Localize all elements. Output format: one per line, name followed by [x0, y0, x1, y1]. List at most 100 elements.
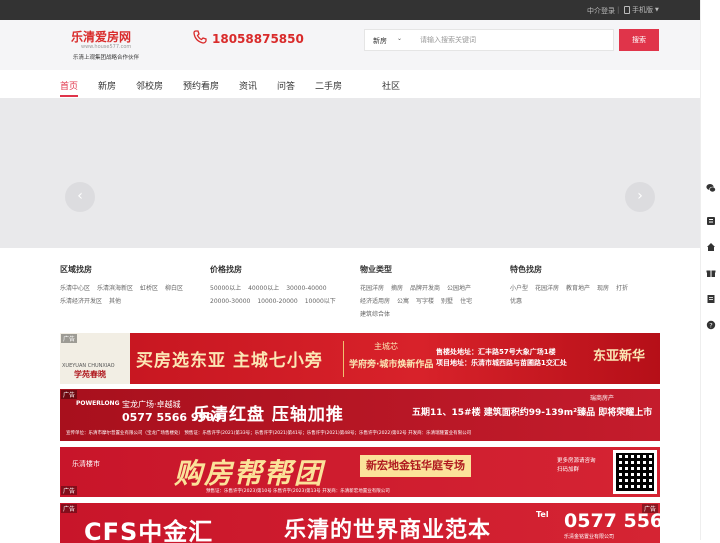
ad-banner-powerlong[interactable]: 广告 POWERLONG 宝龙广场·卓越城 0577 5566 9999 乐清红… — [60, 389, 660, 441]
filter-option[interactable]: 别墅 — [441, 298, 453, 305]
banner-next-button[interactable]: › — [625, 182, 655, 212]
filter-area-title: 区域找房 — [60, 265, 92, 274]
filter-option[interactable]: 优惠 — [510, 298, 522, 305]
filter-option[interactable]: 20000-30000 — [210, 298, 250, 305]
top-bar: 中介登录 | 手机版 ▼ — [0, 0, 720, 20]
site-logo[interactable]: 乐清爱房网 www.house577.com 乐清上观集团战略合作伙伴 — [71, 28, 153, 66]
filter-option[interactable]: 公园地产 — [447, 285, 471, 292]
document-icon[interactable] — [706, 294, 716, 304]
filter-option[interactable]: 乐清中心区 — [60, 285, 90, 292]
ad-mid-text: 学府旁·城市焕新作品 — [349, 360, 434, 370]
svg-text:?: ? — [709, 321, 712, 329]
filter-option[interactable]: 乐清滨海新区 — [97, 285, 133, 292]
filter-option[interactable]: 乐清经济开发区 — [60, 298, 102, 305]
filter-option[interactable]: 现房 — [597, 285, 609, 292]
ad-permits: 预售证：乐售许字(2023)第10号 乐售许字(2023)第13号 开发商：乐清… — [206, 489, 390, 494]
filter-option[interactable]: 花园洋房 — [535, 285, 559, 292]
telephone-icon — [193, 30, 207, 44]
filter-option[interactable]: 40000以上 — [248, 285, 279, 292]
nav-news[interactable]: 资讯 — [239, 79, 257, 92]
ad-mid-title: 主城芯 — [374, 342, 398, 351]
filter-option[interactable]: 品牌开发商 — [410, 285, 440, 292]
filter-features-title: 特色找房 — [510, 265, 542, 274]
search-box: 新房 ⌄ — [364, 29, 614, 51]
ad-label: 广告 — [61, 390, 78, 399]
ad-developer: 乐清金铭置业有限公司 — [564, 534, 615, 540]
filter-option[interactable]: 公寓 — [397, 298, 409, 305]
topbar-separator: | — [617, 6, 620, 14]
site-header: 乐清爱房网 www.house577.com 乐清上观集团战略合作伙伴 1805… — [0, 20, 720, 70]
ad-logo: POWERLONG — [76, 400, 120, 407]
qr-code — [613, 450, 657, 494]
ad-banner-dongya[interactable]: XUEYUAN CHUNXIAO 学苑春晓 广告 买房选东亚 主城七小旁 主城芯… — [60, 333, 660, 384]
main-nav: 首页 新房 邻校房 预约看房 资讯 问答 二手房 社区 — [0, 70, 700, 98]
filter-option[interactable]: 10000-20000 — [257, 298, 297, 305]
search-type-select[interactable]: 新房 — [373, 36, 387, 46]
filter-price-title: 价格找房 — [210, 265, 242, 274]
ad-permits: 宣传单位：乐清市摩尔普置业有限公司（宝龙广场售楼处） 预售证：乐售许字(2021… — [66, 431, 472, 436]
ad-banner-bangbangtuan[interactable]: 乐清楼市 广告 购房帮帮团 新宏地金钰华庭专场 更多房源请咨询 扫码加群 预售证… — [60, 447, 660, 497]
phone-icon[interactable] — [706, 216, 716, 226]
filter-option[interactable]: 50000以上 — [210, 285, 241, 292]
filter-option[interactable]: 其他 — [109, 298, 121, 305]
filter-option[interactable]: 教育地产 — [566, 285, 590, 292]
nav-resale[interactable]: 二手房 — [315, 79, 342, 92]
nav-book-viewing[interactable]: 预约看房 — [183, 79, 219, 92]
ad-subheadline: 乐清的世界商业范本 — [284, 518, 492, 543]
filter-option[interactable]: 住宅 — [460, 298, 472, 305]
mobile-version-link[interactable]: 手机版 ▼ — [624, 5, 659, 15]
logo-text: 乐清爱房网 — [71, 30, 132, 44]
ad-banner-cfs[interactable]: 广告 CFS中金汇 乐清的世界商业范本 Tel 0577 5566 7788 乐… — [60, 503, 660, 543]
filter-option[interactable]: 花园洋房 — [360, 285, 384, 292]
ad-phone: 0577 5566 7788 — [564, 510, 660, 532]
ad-logo: 乐清楼市 — [72, 460, 100, 468]
ad-slogan: 买房选东亚 主城七小旁 — [136, 351, 323, 371]
filter-property-title: 物业类型 — [360, 265, 392, 274]
help-icon[interactable]: ? — [706, 320, 716, 330]
nav-community[interactable]: 社区 — [382, 79, 400, 92]
chevron-down-icon: ▼ — [655, 7, 659, 13]
filter-option[interactable]: 写字楼 — [416, 298, 434, 305]
gift-icon[interactable] — [706, 268, 716, 278]
ad-headline: 乐清红盘 压轴加推 — [193, 405, 344, 425]
hotline-number: 18058875850 — [212, 32, 304, 46]
search-button[interactable]: 搜索 — [619, 29, 659, 51]
ad-label: 广告 — [61, 486, 78, 495]
filter-option[interactable]: 柳白区 — [165, 285, 183, 292]
ad-headline: 购房帮帮团 — [174, 457, 325, 490]
ad-headline: CFS中金汇 — [84, 518, 214, 543]
filter-property-type: 物业类型 花园洋房 摘房 品牌开发商 公园地产 经济适用房 公寓 写字楼 别墅 住宅 建筑综合… — [360, 264, 495, 321]
mobile-version-label: 手机版 — [632, 6, 653, 14]
nav-home[interactable]: 首页 — [60, 79, 78, 92]
banner-prev-button[interactable]: ‹ — [65, 182, 95, 212]
nav-qa[interactable]: 问答 — [277, 79, 295, 92]
filter-option[interactable]: 打折 — [616, 285, 628, 292]
hero-banner[interactable]: ‹ › — [0, 98, 700, 248]
filter-option[interactable]: 摘房 — [391, 285, 403, 292]
home-icon[interactable] — [706, 242, 716, 252]
filter-price: 价格找房 50000以上 40000以上 30000-40000 20000-300… — [210, 264, 345, 308]
filter-option[interactable]: 10000以下 — [305, 298, 336, 305]
ad-project: 新宏地金钰华庭专场 — [360, 455, 471, 477]
chevron-down-icon[interactable]: ⌄ — [397, 35, 402, 42]
ad-message: 更多房源请咨询 扫码加群 — [557, 458, 596, 473]
filter-option[interactable]: 30000-40000 — [286, 285, 326, 292]
filter-area: 区域找房 乐清中心区 乐清滨海新区 虹桥区 柳白区 乐清经济开发区 其他 — [60, 264, 195, 308]
ad-brand: 东亚新华 — [593, 349, 646, 364]
nav-new-homes[interactable]: 新房 — [98, 79, 116, 92]
filter-option[interactable]: 建筑综合体 — [360, 311, 390, 318]
agent-login-link[interactable]: 中介登录 — [587, 6, 615, 16]
search-input[interactable] — [420, 33, 605, 47]
logo-tagline: 乐清上观集团战略合作伙伴 — [73, 55, 140, 61]
filter-option[interactable]: 小户型 — [510, 285, 528, 292]
wechat-icon[interactable] — [706, 183, 716, 193]
ad-label: 广告 — [61, 504, 78, 513]
filter-option[interactable]: 经济适用房 — [360, 298, 390, 305]
nav-school-homes[interactable]: 邻校房 — [136, 79, 163, 92]
ad-subline: 五期11、15#楼 建筑面积约99-139m²臻品 即将荣耀上市 — [412, 408, 653, 418]
right-toolbar: ? — [700, 0, 720, 540]
ad-tel-label: Tel — [536, 510, 549, 519]
ad-brand: 宝龙广场·卓越城 — [122, 400, 181, 409]
ad-label: 广告 — [642, 504, 659, 513]
filter-option[interactable]: 虹桥区 — [140, 285, 158, 292]
